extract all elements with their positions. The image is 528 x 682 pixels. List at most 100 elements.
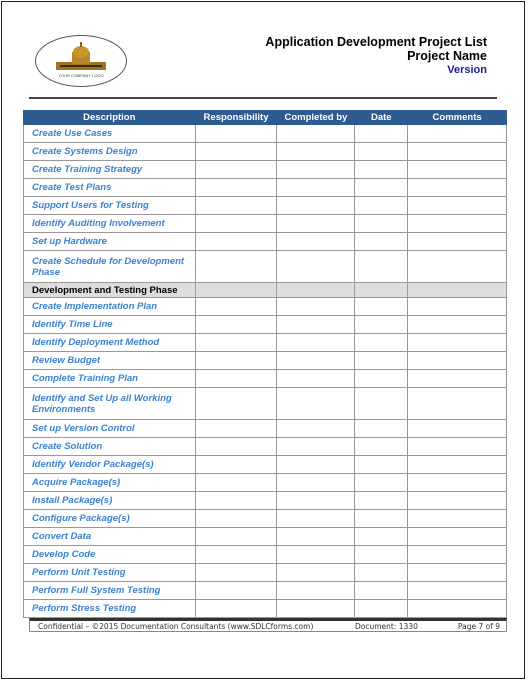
- comments-cell[interactable]: [407, 214, 507, 233]
- comments-cell[interactable]: [407, 419, 507, 438]
- date-cell[interactable]: [354, 491, 409, 510]
- comments-cell[interactable]: [407, 581, 507, 600]
- date-cell[interactable]: [354, 214, 409, 233]
- date-cell[interactable]: [354, 545, 409, 564]
- date-cell[interactable]: [354, 232, 409, 251]
- date-cell[interactable]: [354, 196, 409, 215]
- date-cell[interactable]: [354, 297, 409, 316]
- responsibility-cell[interactable]: [194, 124, 278, 143]
- responsibility-cell[interactable]: [194, 491, 278, 510]
- completed-by-cell[interactable]: [276, 581, 356, 600]
- date-cell[interactable]: [354, 160, 409, 179]
- comments-cell[interactable]: [407, 142, 507, 161]
- responsibility-cell[interactable]: [194, 509, 278, 528]
- date-cell[interactable]: [354, 509, 409, 528]
- comments-cell[interactable]: [407, 599, 507, 618]
- date-cell[interactable]: [354, 178, 409, 197]
- comments-cell[interactable]: [407, 509, 507, 528]
- completed-by-cell[interactable]: [276, 455, 356, 474]
- comments-cell[interactable]: [407, 351, 507, 370]
- date-cell[interactable]: [354, 473, 409, 492]
- comments-cell[interactable]: [407, 178, 507, 197]
- comments-cell[interactable]: [407, 545, 507, 564]
- date-cell[interactable]: [354, 282, 409, 298]
- completed-by-cell[interactable]: [276, 282, 356, 298]
- completed-by-cell[interactable]: [276, 369, 356, 388]
- comments-cell[interactable]: [407, 527, 507, 546]
- comments-cell[interactable]: [407, 297, 507, 316]
- comments-cell[interactable]: [407, 387, 507, 420]
- completed-by-cell[interactable]: [276, 250, 356, 283]
- completed-by-cell[interactable]: [276, 599, 356, 618]
- date-cell[interactable]: [354, 124, 409, 143]
- completed-by-cell[interactable]: [276, 214, 356, 233]
- responsibility-cell[interactable]: [194, 599, 278, 618]
- date-cell[interactable]: [354, 419, 409, 438]
- responsibility-cell[interactable]: [194, 282, 278, 298]
- responsibility-cell[interactable]: [194, 419, 278, 438]
- completed-by-cell[interactable]: [276, 491, 356, 510]
- responsibility-cell[interactable]: [194, 527, 278, 546]
- responsibility-cell[interactable]: [194, 563, 278, 582]
- completed-by-cell[interactable]: [276, 419, 356, 438]
- date-cell[interactable]: [354, 581, 409, 600]
- completed-by-cell[interactable]: [276, 563, 356, 582]
- responsibility-cell[interactable]: [194, 297, 278, 316]
- comments-cell[interactable]: [407, 250, 507, 283]
- date-cell[interactable]: [354, 333, 409, 352]
- comments-cell[interactable]: [407, 315, 507, 334]
- completed-by-cell[interactable]: [276, 351, 356, 370]
- responsibility-cell[interactable]: [194, 160, 278, 179]
- date-cell[interactable]: [354, 599, 409, 618]
- responsibility-cell[interactable]: [194, 545, 278, 564]
- comments-cell[interactable]: [407, 491, 507, 510]
- completed-by-cell[interactable]: [276, 527, 356, 546]
- responsibility-cell[interactable]: [194, 437, 278, 456]
- responsibility-cell[interactable]: [194, 581, 278, 600]
- completed-by-cell[interactable]: [276, 545, 356, 564]
- comments-cell[interactable]: [407, 369, 507, 388]
- responsibility-cell[interactable]: [194, 387, 278, 420]
- completed-by-cell[interactable]: [276, 178, 356, 197]
- comments-cell[interactable]: [407, 333, 507, 352]
- date-cell[interactable]: [354, 142, 409, 161]
- responsibility-cell[interactable]: [194, 250, 278, 283]
- comments-cell[interactable]: [407, 282, 507, 298]
- date-cell[interactable]: [354, 250, 409, 283]
- completed-by-cell[interactable]: [276, 473, 356, 492]
- responsibility-cell[interactable]: [194, 142, 278, 161]
- date-cell[interactable]: [354, 369, 409, 388]
- date-cell[interactable]: [354, 387, 409, 420]
- date-cell[interactable]: [354, 351, 409, 370]
- completed-by-cell[interactable]: [276, 315, 356, 334]
- completed-by-cell[interactable]: [276, 196, 356, 215]
- comments-cell[interactable]: [407, 563, 507, 582]
- completed-by-cell[interactable]: [276, 142, 356, 161]
- completed-by-cell[interactable]: [276, 509, 356, 528]
- completed-by-cell[interactable]: [276, 232, 356, 251]
- date-cell[interactable]: [354, 563, 409, 582]
- comments-cell[interactable]: [407, 455, 507, 474]
- comments-cell[interactable]: [407, 473, 507, 492]
- comments-cell[interactable]: [407, 232, 507, 251]
- comments-cell[interactable]: [407, 437, 507, 456]
- completed-by-cell[interactable]: [276, 437, 356, 456]
- responsibility-cell[interactable]: [194, 351, 278, 370]
- completed-by-cell[interactable]: [276, 160, 356, 179]
- responsibility-cell[interactable]: [194, 333, 278, 352]
- comments-cell[interactable]: [407, 196, 507, 215]
- comments-cell[interactable]: [407, 160, 507, 179]
- responsibility-cell[interactable]: [194, 315, 278, 334]
- completed-by-cell[interactable]: [276, 124, 356, 143]
- responsibility-cell[interactable]: [194, 473, 278, 492]
- date-cell[interactable]: [354, 315, 409, 334]
- completed-by-cell[interactable]: [276, 333, 356, 352]
- completed-by-cell[interactable]: [276, 387, 356, 420]
- responsibility-cell[interactable]: [194, 232, 278, 251]
- date-cell[interactable]: [354, 437, 409, 456]
- responsibility-cell[interactable]: [194, 369, 278, 388]
- responsibility-cell[interactable]: [194, 178, 278, 197]
- date-cell[interactable]: [354, 455, 409, 474]
- responsibility-cell[interactable]: [194, 214, 278, 233]
- comments-cell[interactable]: [407, 124, 507, 143]
